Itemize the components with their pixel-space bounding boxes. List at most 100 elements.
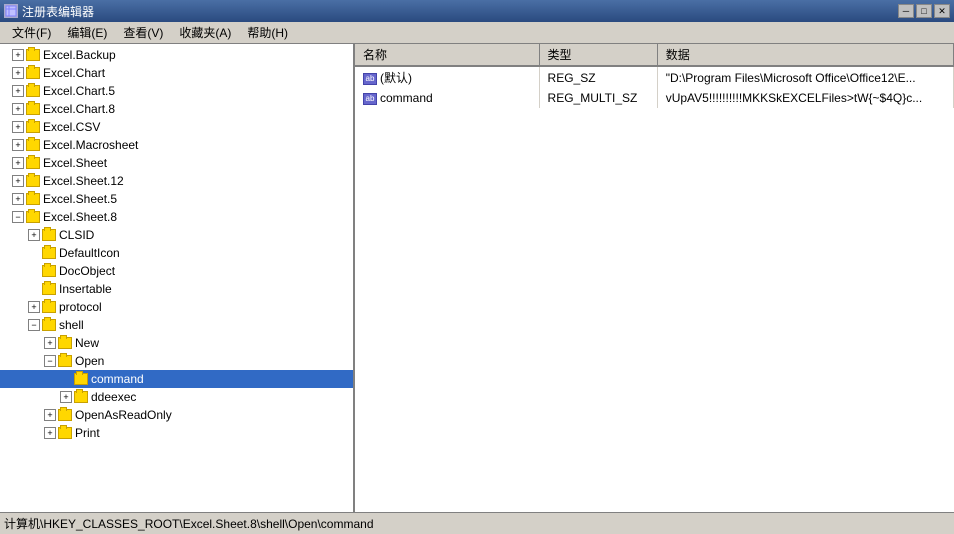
window-controls: ─ □ ✕ xyxy=(898,4,950,18)
expand-btn-excelSheet5[interactable]: + xyxy=(12,193,24,205)
registry-values[interactable]: 名称 类型 数据 ab(默认) REG_SZ "D:\Program Files… xyxy=(355,44,954,512)
tree-item-excelChart[interactable]: +Excel.Chart xyxy=(0,64,353,82)
expand-btn-excelChart5[interactable]: + xyxy=(12,85,24,97)
tree-item-clsid[interactable]: + CLSID xyxy=(0,226,353,244)
title-bar: 注册表编辑器 ─ □ ✕ xyxy=(0,0,954,22)
tree-item-print[interactable]: + Print xyxy=(0,424,353,442)
tree-label-protocol: protocol xyxy=(59,300,102,314)
menu-bar: 文件(F) 编辑(E) 查看(V) 收藏夹(A) 帮助(H) xyxy=(0,22,954,44)
expand-btn-shell[interactable]: − xyxy=(28,319,40,331)
folder-icon-excelBackup xyxy=(26,49,40,61)
menu-view[interactable]: 查看(V) xyxy=(115,22,171,43)
expand-btn-open[interactable]: − xyxy=(44,355,56,367)
folder-icon-defaultIcon xyxy=(42,247,56,259)
app-icon xyxy=(4,4,18,18)
folder-icon-print xyxy=(58,427,72,439)
menu-edit[interactable]: 编辑(E) xyxy=(59,22,115,43)
value-name-0: ab(默认) xyxy=(355,66,539,88)
values-table: 名称 类型 数据 ab(默认) REG_SZ "D:\Program Files… xyxy=(355,44,954,108)
tree-label-command: command xyxy=(91,372,144,386)
expand-btn-protocol[interactable]: + xyxy=(28,301,40,313)
tree-label-excelCSV: Excel.CSV xyxy=(43,120,100,134)
tree-item-excelCSV[interactable]: + Excel.CSV xyxy=(0,118,353,136)
expand-btn-openAsReadOnly[interactable]: + xyxy=(44,409,56,421)
registry-tree[interactable]: +Excel.Backup+Excel.Chart+Excel.Chart.5+… xyxy=(0,44,355,512)
tree-label-excelBackup: Excel.Backup xyxy=(43,48,116,62)
expand-btn-excelSheet12[interactable]: + xyxy=(12,175,24,187)
tree-label-openAsReadOnly: OpenAsReadOnly xyxy=(75,408,172,422)
folder-icon-excelChart5 xyxy=(26,85,40,97)
folder-icon-excelMacrosheet xyxy=(26,139,40,151)
tree-item-openAsReadOnly[interactable]: + OpenAsReadOnly xyxy=(0,406,353,424)
tree-label-excelSheet8: Excel.Sheet.8 xyxy=(43,210,117,224)
tree-item-insertable[interactable]: Insertable xyxy=(0,280,353,298)
tree-label-excelChart5: Excel.Chart.5 xyxy=(43,84,115,98)
folder-icon-shell xyxy=(42,319,56,331)
maximize-button[interactable]: □ xyxy=(916,4,932,18)
tree-label-excelSheet: Excel.Sheet xyxy=(43,156,107,170)
expand-btn-excelMacrosheet[interactable]: + xyxy=(12,139,24,151)
folder-icon-docObject xyxy=(42,265,56,277)
expand-btn-print[interactable]: + xyxy=(44,427,56,439)
status-path: 计算机\HKEY_CLASSES_ROOT\Excel.Sheet.8\shel… xyxy=(4,515,374,532)
tree-item-excelSheet12[interactable]: +Excel.Sheet.12 xyxy=(0,172,353,190)
folder-icon-openAsReadOnly xyxy=(58,409,72,421)
tree-item-protocol[interactable]: + protocol xyxy=(0,298,353,316)
folder-icon-excelSheet12 xyxy=(26,175,40,187)
folder-icon-ddeexec xyxy=(74,391,88,403)
reg-icon-0: ab xyxy=(363,73,377,85)
folder-icon-excelSheet8 xyxy=(26,211,40,223)
close-button[interactable]: ✕ xyxy=(934,4,950,18)
folder-icon-command xyxy=(74,373,88,385)
tree-item-new[interactable]: +New xyxy=(0,334,353,352)
tree-label-shell: shell xyxy=(59,318,84,332)
tree-item-excelBackup[interactable]: + Excel.Backup xyxy=(0,46,353,64)
tree-item-excelSheet[interactable]: + Excel.Sheet xyxy=(0,154,353,172)
value-type-0: REG_SZ xyxy=(539,66,657,88)
expand-btn-new[interactable]: + xyxy=(44,337,56,349)
expand-btn-excelSheet8[interactable]: − xyxy=(12,211,24,223)
title-text: 注册表编辑器 xyxy=(22,3,94,20)
menu-help[interactable]: 帮助(H) xyxy=(239,22,296,43)
tree-item-excelMacrosheet[interactable]: +Excel.Macrosheet xyxy=(0,136,353,154)
value-row-0[interactable]: ab(默认) REG_SZ "D:\Program Files\Microsof… xyxy=(355,66,954,88)
tree-item-excelChart5[interactable]: + Excel.Chart.5 xyxy=(0,82,353,100)
expand-btn-excelSheet[interactable]: + xyxy=(12,157,24,169)
tree-item-excelChart8[interactable]: +Excel.Chart.8 xyxy=(0,100,353,118)
tree-label-excelSheet5: Excel.Sheet.5 xyxy=(43,192,117,206)
expand-btn-excelBackup[interactable]: + xyxy=(12,49,24,61)
folder-icon-clsid xyxy=(42,229,56,241)
value-type-1: REG_MULTI_SZ xyxy=(539,88,657,108)
value-row-1[interactable]: abcommand REG_MULTI_SZ vUpAV5!!!!!!!!!!M… xyxy=(355,88,954,108)
value-name-1: abcommand xyxy=(355,88,539,108)
tree-item-defaultIcon[interactable]: DefaultIcon xyxy=(0,244,353,262)
expand-btn-clsid[interactable]: + xyxy=(28,229,40,241)
tree-item-open[interactable]: − Open xyxy=(0,352,353,370)
expand-btn-ddeexec[interactable]: + xyxy=(60,391,72,403)
folder-icon-open xyxy=(58,355,72,367)
tree-label-clsid: CLSID xyxy=(59,228,94,242)
folder-icon-excelSheet xyxy=(26,157,40,169)
folder-icon-new xyxy=(58,337,72,349)
tree-label-print: Print xyxy=(75,426,100,440)
tree-label-docObject: DocObject xyxy=(59,264,115,278)
value-data-0: "D:\Program Files\Microsoft Office\Offic… xyxy=(657,66,953,88)
expand-btn-excelCSV[interactable]: + xyxy=(12,121,24,133)
menu-file[interactable]: 文件(F) xyxy=(4,22,59,43)
tree-item-excelSheet5[interactable]: + Excel.Sheet.5 xyxy=(0,190,353,208)
tree-item-shell[interactable]: − shell xyxy=(0,316,353,334)
expand-btn-excelChart[interactable]: + xyxy=(12,67,24,79)
tree-item-docObject[interactable]: DocObject xyxy=(0,262,353,280)
folder-icon-excelChart xyxy=(26,67,40,79)
col-data: 数据 xyxy=(657,44,953,66)
tree-item-excelSheet8[interactable]: − Excel.Sheet.8 xyxy=(0,208,353,226)
menu-favorites[interactable]: 收藏夹(A) xyxy=(171,22,239,43)
value-data-1: vUpAV5!!!!!!!!!!MKKSkEXCELFiles>tW{~$4Q}… xyxy=(657,88,953,108)
tree-label-open: Open xyxy=(75,354,104,368)
status-bar: 计算机\HKEY_CLASSES_ROOT\Excel.Sheet.8\shel… xyxy=(0,512,954,534)
tree-item-ddeexec[interactable]: +ddeexec xyxy=(0,388,353,406)
minimize-button[interactable]: ─ xyxy=(898,4,914,18)
expand-btn-excelChart8[interactable]: + xyxy=(12,103,24,115)
folder-icon-excelCSV xyxy=(26,121,40,133)
tree-item-command[interactable]: command xyxy=(0,370,353,388)
